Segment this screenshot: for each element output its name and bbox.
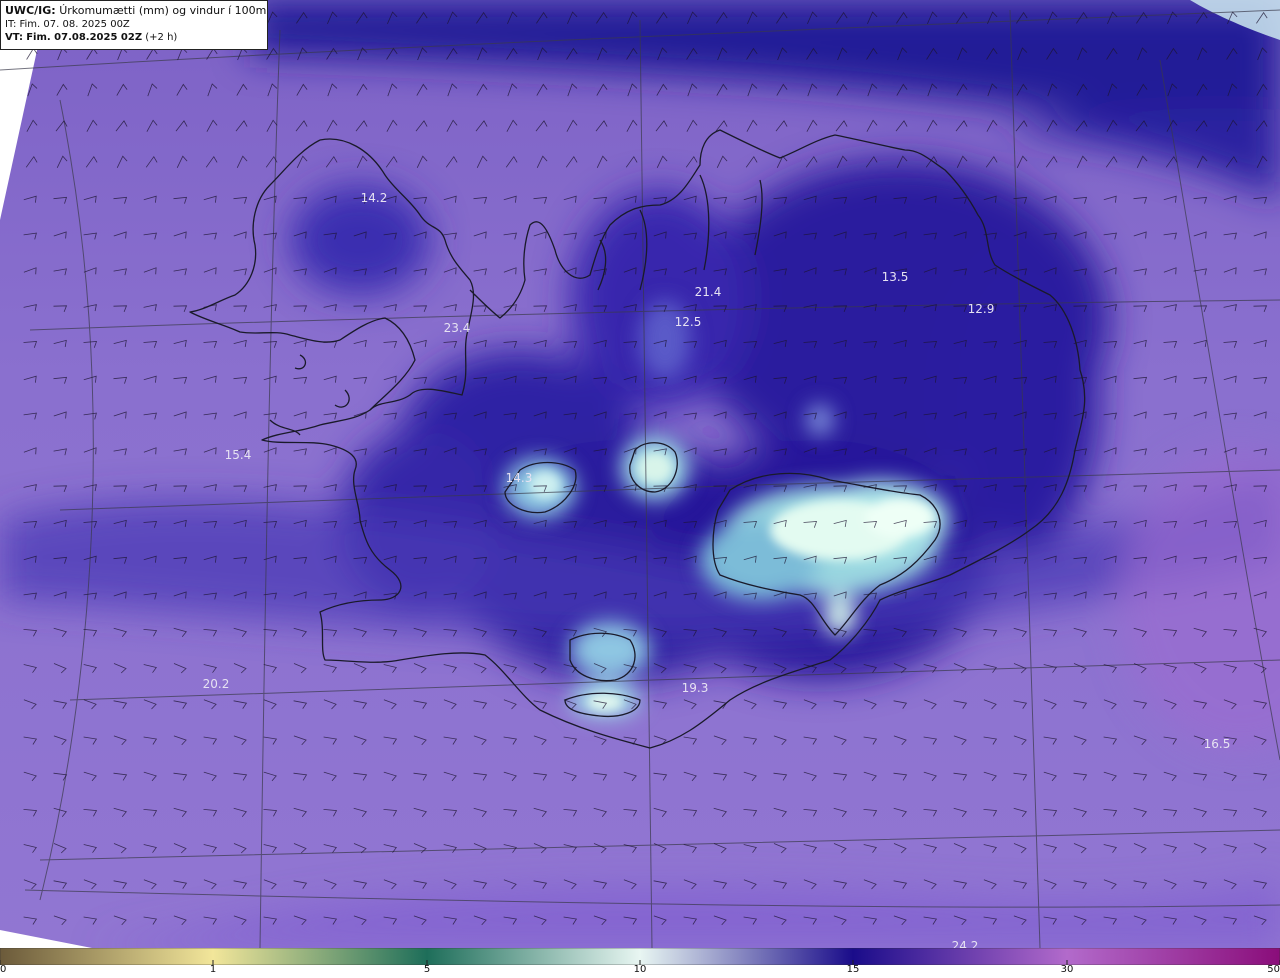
colorbar-tick-label: 15 <box>846 964 860 975</box>
colorbar-tick-label: 10 <box>633 964 647 975</box>
model-label: UWC/IG: <box>5 4 56 17</box>
value-label: 21.4 <box>695 285 722 299</box>
precipitation-colorbar <box>0 948 1280 965</box>
value-label: 13.5 <box>882 270 909 284</box>
colorbar-tick-label: 1 <box>209 964 217 975</box>
value-label: 19.3 <box>682 681 709 695</box>
map-info-box: UWC/IG: Úrkomumætti (mm) og vindur í 100… <box>0 0 268 50</box>
map-viewer: 14.2 23.4 21.4 12.5 13.5 12.9 15.4 14.3 20.2 19.3… <box>0 0 1280 978</box>
valid-time: Fim. 07.08.2025 02Z <box>26 32 143 43</box>
colorbar-tick-label: 5 <box>423 964 431 975</box>
value-label: 23.4 <box>444 321 471 335</box>
value-label: 12.9 <box>968 302 995 316</box>
valid-time-line: VT: Fim. 07.08.2025 02Z (+2 h) <box>5 31 263 45</box>
value-label: 15.4 <box>225 448 252 462</box>
value-label: 14.3 <box>506 471 533 485</box>
product-title-line: UWC/IG: Úrkomumætti (mm) og vindur í 100… <box>5 4 267 18</box>
product-title: Úrkomumætti (mm) og vindur í 100m hæð <box>59 4 267 17</box>
colorbar-tick-label: 50 <box>1267 964 1280 975</box>
value-label: 14.2 <box>361 191 388 205</box>
colorbar-tick-label: 30 <box>1060 964 1074 975</box>
init-time: IT: Fim. 07. 08. 2025 00Z <box>5 18 130 30</box>
colorbar-tick-label: 0 <box>0 964 7 975</box>
value-label: 20.2 <box>203 677 230 691</box>
precipitation-wind-map: 14.2 23.4 21.4 12.5 13.5 12.9 15.4 14.3 20.2 19.3… <box>0 0 1280 948</box>
lead-time: (+2 h) <box>145 32 178 43</box>
value-label: 24.2 <box>952 939 979 948</box>
valid-prefix: VT: <box>5 32 24 43</box>
precipitation-field <box>0 0 1280 948</box>
colorbar-tick-labels: 0 1 5 10 15 30 50 <box>0 964 1280 978</box>
value-label: 12.5 <box>675 315 702 329</box>
value-label: 16.5 <box>1204 737 1231 751</box>
